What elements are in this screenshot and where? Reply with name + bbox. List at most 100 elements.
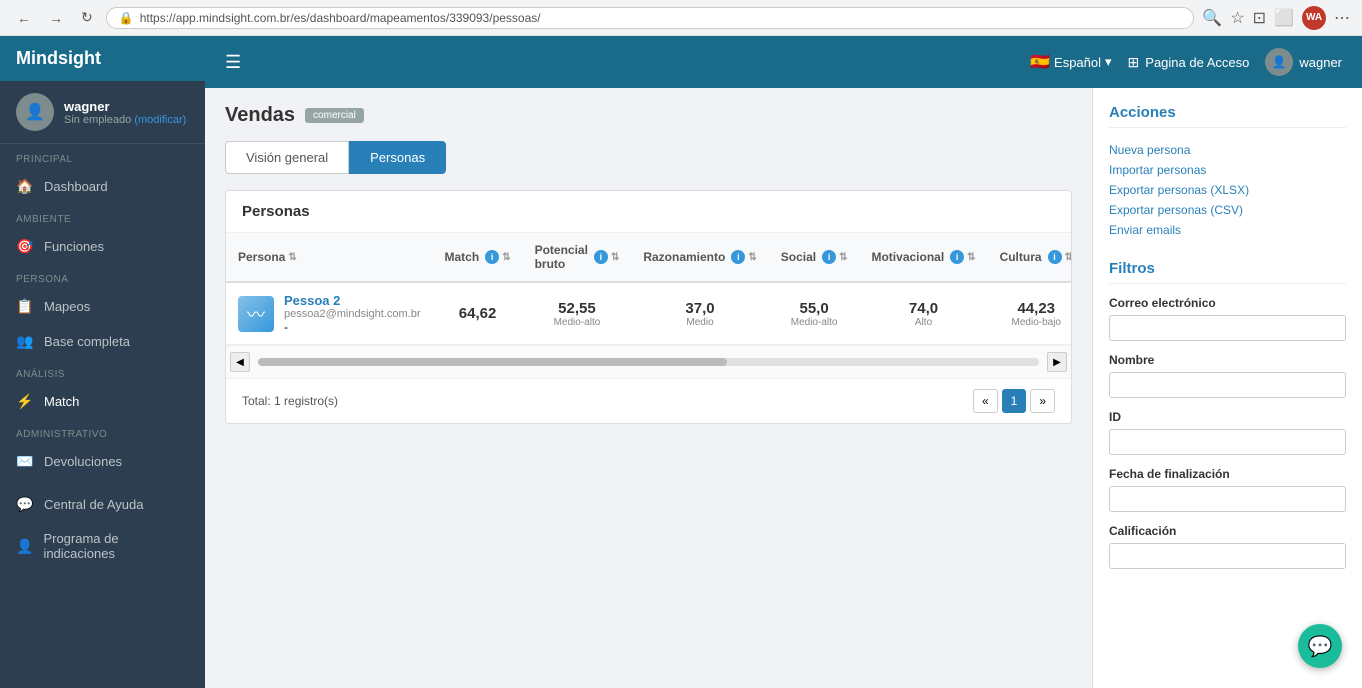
cast-icon[interactable]: ⬜ bbox=[1274, 8, 1294, 28]
tab-personas[interactable]: Personas bbox=[349, 141, 446, 174]
topbar-left: ☰ bbox=[225, 52, 241, 73]
pagination-next[interactable]: » bbox=[1030, 389, 1055, 413]
chat-button[interactable]: 💬 bbox=[1298, 624, 1342, 668]
hamburger-menu[interactable]: ☰ bbox=[225, 52, 241, 73]
importar-personas-link[interactable]: Importar personas bbox=[1109, 160, 1346, 180]
star-icon[interactable]: ☆ bbox=[1230, 8, 1244, 28]
browser-profile-avatar[interactable]: WA bbox=[1302, 6, 1326, 30]
potencial-info-icon[interactable]: i bbox=[594, 250, 608, 264]
scroll-track[interactable] bbox=[258, 358, 1039, 366]
sidebar-item-dashboard[interactable]: 🏠 Dashboard bbox=[0, 169, 205, 204]
motiv-label: Alto bbox=[871, 317, 975, 328]
th-persona[interactable]: Persona ⇅ bbox=[226, 233, 433, 282]
motiv-value: 74,0 bbox=[871, 300, 975, 317]
motiv-info-icon[interactable]: i bbox=[950, 250, 964, 264]
pagination-prev[interactable]: « bbox=[973, 389, 998, 413]
sidebar-header: Mindsight bbox=[0, 36, 205, 81]
td-motivacional: 74,0 Alto bbox=[859, 282, 987, 345]
browser-menu-icon[interactable]: ⋯ bbox=[1334, 8, 1350, 28]
th-motivacional[interactable]: Motivacional i⇅ bbox=[859, 233, 987, 282]
scroll-right-btn[interactable]: ▶ bbox=[1047, 352, 1067, 372]
sidebar-section-administrativo: Administrativo bbox=[0, 419, 205, 444]
table-scrollbar: ◀ ▶ bbox=[226, 345, 1071, 378]
sidebar-item-base-completa[interactable]: 👥 Base completa bbox=[0, 324, 205, 359]
topbar-user[interactable]: 👤 wagner bbox=[1265, 48, 1342, 76]
exportar-csv-link[interactable]: Exportar personas (CSV) bbox=[1109, 200, 1346, 220]
language-selector[interactable]: 🇪🇸 Español ▾ bbox=[1030, 52, 1111, 72]
tab-vision-general[interactable]: Visión general bbox=[225, 141, 349, 174]
cultura-info-icon[interactable]: i bbox=[1048, 250, 1062, 264]
social-info-icon[interactable]: i bbox=[822, 250, 836, 264]
person-name[interactable]: Pessoa 2 bbox=[284, 293, 421, 308]
motiv-sort-icon: ⇅ bbox=[967, 252, 975, 263]
td-potencial: 52,55 Medio-alto bbox=[523, 282, 632, 345]
back-button[interactable]: ← bbox=[12, 8, 36, 28]
sidebar-item-programa-indicaciones[interactable]: 👤 Programa de indicaciones bbox=[0, 522, 205, 570]
sidebar-item-label: Programa de indicaciones bbox=[43, 531, 189, 561]
table-row: 〰 Pessoa 2 pessoa2@mindsight.com.br - bbox=[226, 282, 1071, 345]
persona-sort-icon: ⇅ bbox=[288, 252, 296, 263]
pagination-current[interactable]: 1 bbox=[1002, 389, 1027, 413]
match-info-icon[interactable]: i bbox=[485, 250, 499, 264]
username: wagner bbox=[64, 99, 186, 114]
sidebar-item-label: Central de Ayuda bbox=[44, 497, 144, 512]
td-cultura: 44,23 Medio-bajo bbox=[988, 282, 1071, 345]
app-container: Mindsight 👤 wagner Sin empleado (modific… bbox=[0, 36, 1362, 688]
enviar-emails-link[interactable]: Enviar emails bbox=[1109, 220, 1346, 240]
page-badge: comercial bbox=[305, 108, 364, 123]
filter-label-id: ID bbox=[1109, 410, 1346, 424]
acciones-section: Acciones Nueva persona Importar personas… bbox=[1109, 104, 1346, 240]
sidebar-item-mapeos[interactable]: 📋 Mapeos bbox=[0, 289, 205, 324]
th-match[interactable]: Match i⇅ bbox=[433, 233, 523, 282]
sidebar-item-match[interactable]: ⚡ Match bbox=[0, 384, 205, 419]
page-header: Vendas comercial bbox=[225, 104, 1072, 127]
zoom-icon[interactable]: 🔍 bbox=[1202, 8, 1222, 28]
potencial-sort-icon: ⇅ bbox=[611, 252, 619, 263]
bookmark-icon[interactable]: ⊡ bbox=[1253, 8, 1266, 28]
mapeos-icon: 📋 bbox=[16, 298, 34, 315]
td-persona: 〰 Pessoa 2 pessoa2@mindsight.com.br - bbox=[226, 282, 433, 345]
th-potencial[interactable]: Potencialbruto i⇅ bbox=[523, 233, 632, 282]
cultura-sort-icon: ⇅ bbox=[1065, 252, 1071, 263]
filter-input-nombre[interactable] bbox=[1109, 372, 1346, 398]
social-value: 55,0 bbox=[781, 300, 848, 317]
url-bar[interactable]: 🔒 https://app.mindsight.com.br/es/dashbo… bbox=[106, 7, 1195, 29]
topbar: ☰ 🇪🇸 Español ▾ ⊞ Pagina de Acceso 👤 wagn… bbox=[205, 36, 1362, 88]
refresh-button[interactable]: ↻ bbox=[76, 7, 98, 28]
razon-info-icon[interactable]: i bbox=[731, 250, 745, 264]
th-social[interactable]: Social i⇅ bbox=[769, 233, 860, 282]
filter-input-id[interactable] bbox=[1109, 429, 1346, 455]
person-avatar: 〰 bbox=[238, 296, 274, 332]
sidebar-item-funciones[interactable]: 🎯 Funciones bbox=[0, 229, 205, 264]
browser-actions: 🔍 ☆ ⊡ ⬜ WA ⋯ bbox=[1202, 6, 1350, 30]
filter-input-correo[interactable] bbox=[1109, 315, 1346, 341]
sidebar-item-devoluciones[interactable]: ✉️ Devoluciones bbox=[0, 444, 205, 479]
page-title: Vendas bbox=[225, 104, 295, 127]
base-completa-icon: 👥 bbox=[16, 333, 34, 350]
forward-button[interactable]: → bbox=[44, 8, 68, 28]
page-access-btn[interactable]: ⊞ Pagina de Acceso bbox=[1128, 54, 1250, 71]
sidebar-item-label: Devoluciones bbox=[44, 454, 122, 469]
filter-input-fecha[interactable] bbox=[1109, 486, 1346, 512]
social-sort-icon: ⇅ bbox=[839, 252, 847, 263]
th-cultura[interactable]: Cultura i⇅ bbox=[988, 233, 1071, 282]
person-info: Pessoa 2 pessoa2@mindsight.com.br - bbox=[284, 293, 421, 334]
sidebar-item-central-ayuda[interactable]: 💬 Central de Ayuda bbox=[0, 487, 205, 522]
grid-icon: ⊞ bbox=[1128, 54, 1140, 71]
personas-section: Personas Persona ⇅ Match i⇅ bbox=[225, 190, 1072, 424]
exportar-xlsx-link[interactable]: Exportar personas (XLSX) bbox=[1109, 180, 1346, 200]
sidebar-item-label: Dashboard bbox=[44, 179, 108, 194]
nueva-persona-link[interactable]: Nueva persona bbox=[1109, 140, 1346, 160]
filter-input-calificacion[interactable] bbox=[1109, 543, 1346, 569]
topbar-right: 🇪🇸 Español ▾ ⊞ Pagina de Acceso 👤 wagner bbox=[1030, 48, 1342, 76]
central-ayuda-icon: 💬 bbox=[16, 496, 34, 513]
cultura-label: Medio-bajo bbox=[1000, 317, 1071, 328]
url-text: https://app.mindsight.com.br/es/dashboar… bbox=[140, 11, 541, 25]
scroll-left-btn[interactable]: ◀ bbox=[230, 352, 250, 372]
sidebar-section-analisis: Análisis bbox=[0, 359, 205, 384]
pagination: « 1 » bbox=[973, 389, 1055, 413]
modify-link[interactable]: (modificar) bbox=[134, 114, 186, 126]
th-razonamiento[interactable]: Razonamiento i⇅ bbox=[631, 233, 768, 282]
lock-icon: 🔒 bbox=[119, 11, 134, 25]
match-icon: ⚡ bbox=[16, 393, 34, 410]
